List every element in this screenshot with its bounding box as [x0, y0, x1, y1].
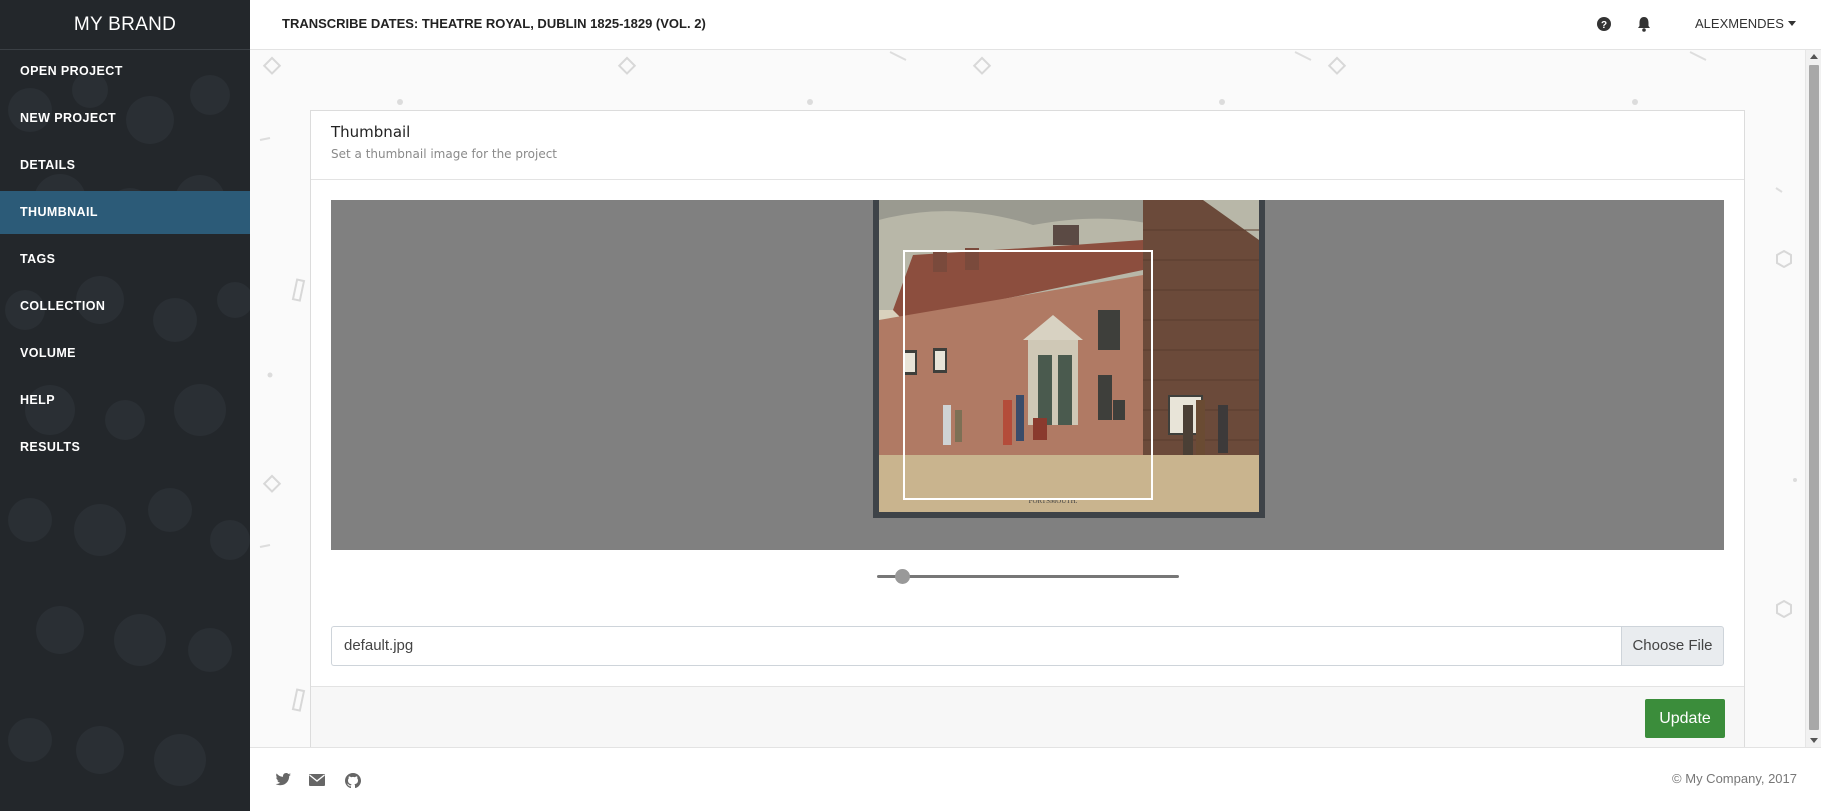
choose-file-button[interactable]: Choose File — [1621, 626, 1724, 666]
update-button[interactable]: Update — [1645, 699, 1725, 738]
question-circle-icon[interactable]: ? — [1594, 14, 1614, 34]
crop-selection-box[interactable] — [903, 250, 1153, 500]
image-cropper[interactable]: PORTSMOUTH. — [331, 200, 1724, 550]
top-navbar: TRANSCRIBE DATES: THEATRE ROYAL, DUBLIN … — [250, 0, 1821, 50]
file-name-field[interactable]: default.jpg — [331, 626, 1621, 666]
card-subtitle: Set a thumbnail image for the project — [331, 147, 558, 161]
svg-text:?: ? — [1601, 20, 1607, 31]
bell-icon[interactable] — [1634, 14, 1654, 34]
twitter-icon[interactable] — [274, 772, 292, 788]
vertical-scrollbar[interactable] — [1805, 50, 1821, 747]
page-footer: © My Company, 2017 — [250, 747, 1821, 811]
sidebar-item-new-project[interactable]: NEW PROJECT — [0, 97, 250, 140]
caret-down-icon — [1787, 21, 1796, 26]
card-header: Thumbnail Set a thumbnail image for the … — [311, 111, 1744, 180]
user-menu-dropdown[interactable]: ALEXMENDES — [1695, 0, 1796, 48]
sidebar-item-thumbnail[interactable]: THUMBNAIL — [0, 191, 250, 234]
main-content: Thumbnail Set a thumbnail image for the … — [250, 50, 1805, 747]
zoom-slider-handle[interactable] — [895, 569, 910, 584]
sidebar-item-tags[interactable]: TAGS — [0, 238, 250, 281]
thumbnail-card: Thumbnail Set a thumbnail image for the … — [310, 110, 1745, 747]
brand-logo[interactable]: MY BRAND — [0, 0, 250, 50]
page-title: TRANSCRIBE DATES: THEATRE ROYAL, DUBLIN … — [282, 16, 706, 31]
scroll-down-arrow-icon[interactable] — [1810, 738, 1818, 743]
zoom-slider[interactable] — [877, 569, 1179, 585]
scrollbar-thumb[interactable] — [1809, 65, 1819, 730]
mail-icon[interactable] — [308, 772, 326, 788]
file-picker: default.jpg Choose File — [331, 626, 1724, 666]
user-name: ALEXMENDES — [1695, 16, 1784, 31]
card-title: Thumbnail — [331, 123, 411, 141]
sidebar: MY BRAND OPEN PROJECT NEW PROJECT DETAIL… — [0, 0, 250, 811]
scroll-up-arrow-icon[interactable] — [1810, 54, 1818, 59]
sidebar-item-open-project[interactable]: OPEN PROJECT — [0, 50, 250, 93]
sidebar-item-volume[interactable]: VOLUME — [0, 332, 250, 375]
sidebar-item-results[interactable]: RESULTS — [0, 426, 250, 469]
sidebar-item-collection[interactable]: COLLECTION — [0, 285, 250, 328]
sidebar-nav: OPEN PROJECT NEW PROJECT DETAILS THUMBNA… — [0, 50, 250, 469]
copyright-text: © My Company, 2017 — [1672, 771, 1797, 786]
github-icon[interactable] — [344, 772, 362, 788]
sidebar-item-help[interactable]: HELP — [0, 379, 250, 422]
card-footer: Update — [311, 686, 1744, 747]
sidebar-item-details[interactable]: DETAILS — [0, 144, 250, 187]
zoom-slider-track — [877, 575, 1179, 578]
